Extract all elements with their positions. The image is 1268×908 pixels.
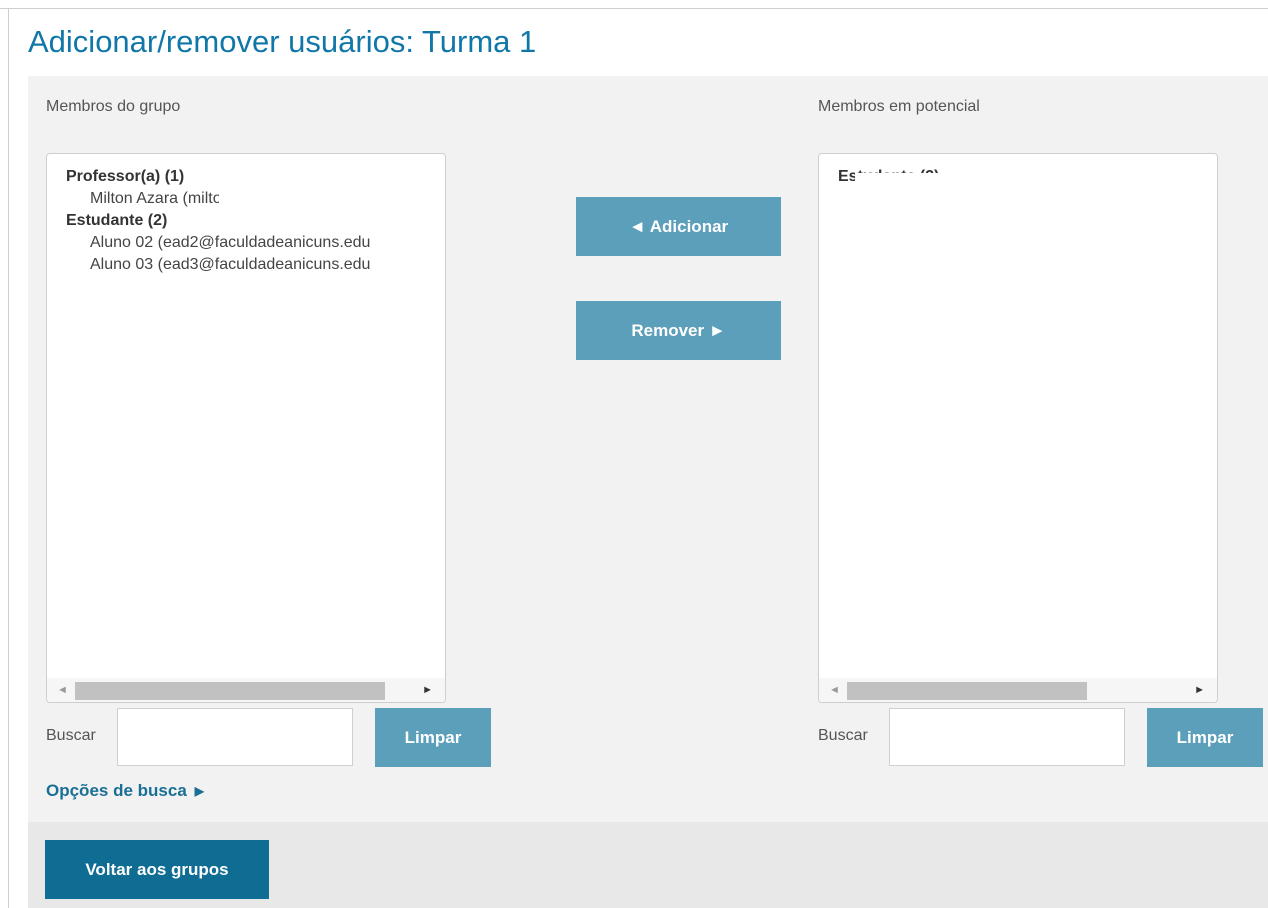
horizontal-scrollbar[interactable]: ◄ ►	[819, 678, 1217, 702]
scroll-left-icon[interactable]: ◄	[829, 683, 840, 697]
top-divider	[0, 8, 1268, 9]
scrollbar-thumb[interactable]	[75, 682, 385, 700]
group-members-options: Professor(a) (1) Milton Azara (miltonaza…	[47, 154, 445, 678]
potential-members-listbox[interactable]: Estudante (2) ◄ ►	[818, 153, 1218, 703]
search-label: Buscar	[818, 727, 868, 744]
potential-members-label: Membros em potencial	[818, 98, 980, 115]
search-label: Buscar	[46, 727, 96, 744]
search-input-potential-members[interactable]	[889, 708, 1125, 766]
search-options-link[interactable]: Opções de busca ▶	[46, 781, 204, 801]
redaction-mark	[219, 173, 445, 211]
back-to-groups-button[interactable]: Voltar aos grupos	[45, 840, 269, 899]
group-members-label: Membros do grupo	[46, 98, 181, 115]
left-divider	[8, 8, 9, 908]
clear-search-button[interactable]: Limpar	[1147, 708, 1263, 767]
add-button[interactable]: ◄ Adicionar	[576, 197, 781, 256]
clear-search-button[interactable]: Limpar	[375, 708, 491, 767]
caret-right-icon: ▶	[194, 784, 205, 798]
group-members-listbox[interactable]: Professor(a) (1) Milton Azara (miltonaza…	[46, 153, 446, 703]
page-title: Adicionar/remover usuários: Turma 1	[28, 24, 537, 59]
scroll-right-icon[interactable]: ►	[1194, 683, 1205, 697]
scroll-left-icon[interactable]: ◄	[57, 683, 68, 697]
search-input-group-members[interactable]	[117, 708, 353, 766]
redaction-mark	[855, 173, 1217, 241]
list-item[interactable]: Aluno 03 (ead3@faculdadeanicuns.edu	[47, 254, 445, 276]
remove-button[interactable]: Remover ►	[576, 301, 781, 360]
optgroup-estudante: Estudante (2)	[66, 212, 168, 229]
page-frame: Adicionar/remover usuários: Turma 1 Memb…	[0, 0, 1268, 908]
horizontal-scrollbar[interactable]: ◄ ►	[47, 678, 445, 702]
scroll-right-icon[interactable]: ►	[422, 683, 433, 697]
search-options-label: Opções de busca	[46, 781, 187, 800]
scrollbar-thumb[interactable]	[847, 682, 1087, 700]
list-item[interactable]: Aluno 02 (ead2@faculdadeanicuns.edu	[47, 232, 445, 254]
